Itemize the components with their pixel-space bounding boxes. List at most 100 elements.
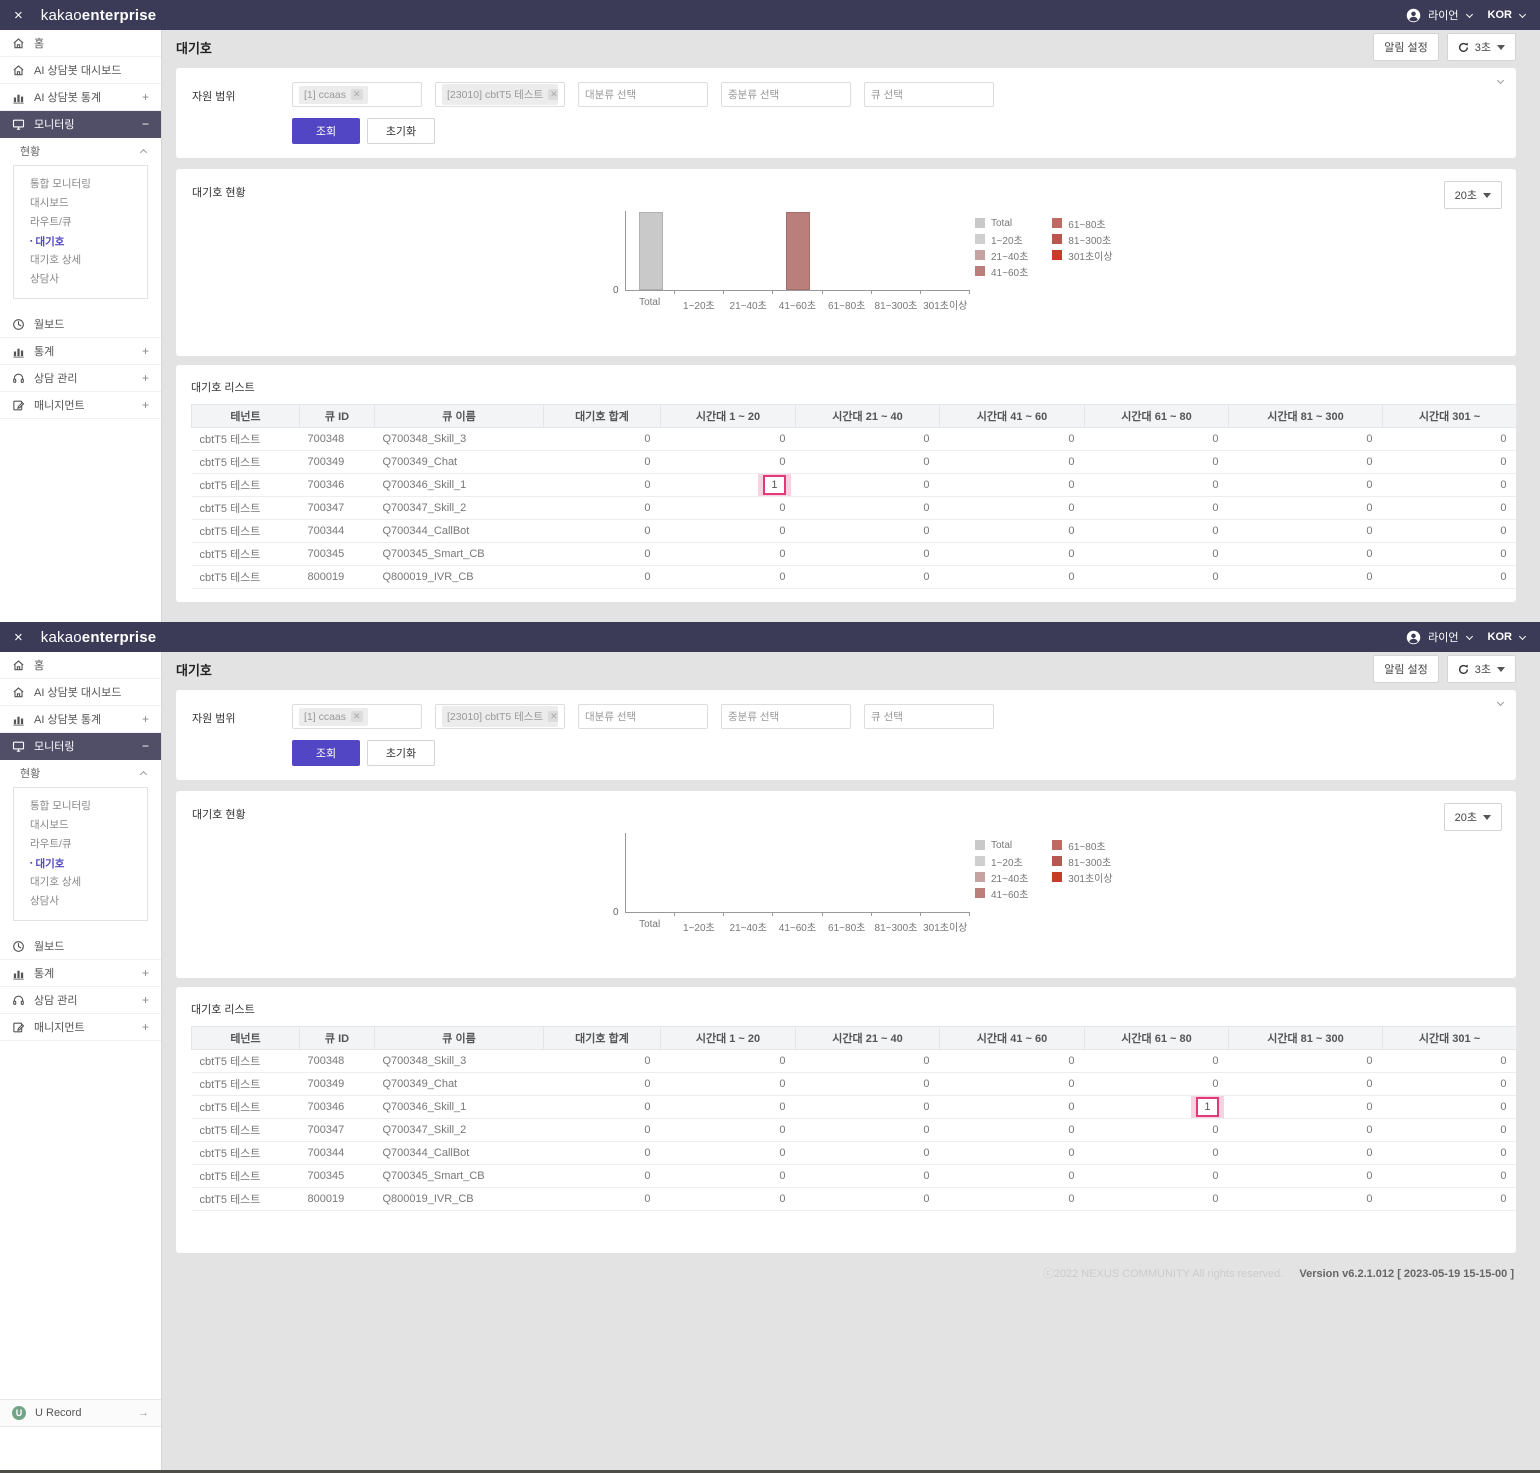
column-header: 대기호 합계 — [544, 1027, 661, 1050]
main-content: 대기호 알림 설정 3초 자원 범위 [1] ccaas✕[23010] cbt… — [162, 652, 1540, 1473]
sidebar-item-AI-상담봇-대시보드[interactable]: AI 상담봇 대시보드 — [0, 57, 161, 84]
sidebar-item-AI-상담봇-통계[interactable]: AI 상담봇 통계+ — [0, 84, 161, 111]
sidebar-item-AI-상담봇-대시보드[interactable]: AI 상담봇 대시보드 — [0, 679, 161, 706]
reset-button[interactable]: 초기화 — [367, 740, 435, 766]
x-tick-label: 1~20초 — [674, 919, 723, 934]
close-icon[interactable]: × — [14, 630, 23, 645]
expand-toggle-icon[interactable]: + — [142, 1020, 149, 1034]
alarm-settings-button[interactable]: 알림 설정 — [1373, 655, 1439, 683]
expand-toggle-icon[interactable]: − — [142, 739, 149, 753]
resource-tag-input[interactable]: [1] ccaas✕ — [292, 704, 422, 729]
sidebar-section-status[interactable]: 현황 — [0, 138, 161, 164]
select-input[interactable]: 큐 선택 — [864, 704, 994, 729]
submenu-item-라우트/큐[interactable]: 라우트/큐 — [14, 835, 147, 854]
remove-tag-icon[interactable]: ✕ — [351, 711, 363, 722]
resource-tag-input[interactable]: [1] ccaas ✕ — [292, 82, 422, 107]
sidebar-item-홈[interactable]: 홈 — [0, 652, 161, 679]
sidebar-item-통계[interactable]: 통계+ — [0, 338, 161, 365]
resource-tag-input[interactable]: [23010] cbtT5 테스트✕ — [435, 704, 565, 729]
submenu-item-대기호-상세[interactable]: 대기호 상세 — [14, 873, 147, 892]
submenu-item-통합-모니터링[interactable]: 통합 모니터링 — [14, 797, 147, 816]
cell-value: 0 — [1383, 1096, 1517, 1119]
chevron-up-icon[interactable] — [140, 771, 147, 778]
expand-toggle-icon[interactable]: + — [142, 712, 149, 726]
expand-toggle-icon[interactable]: − — [142, 117, 149, 131]
sidebar-item-상담-관리[interactable]: 상담 관리+ — [0, 365, 161, 392]
sidebar-item-label: 홈 — [34, 35, 44, 51]
sidebar-item-모니터링[interactable]: 모니터링− — [0, 111, 161, 138]
reset-button[interactable]: 초기화 — [367, 118, 435, 144]
chart-slot-41~60초 — [773, 833, 822, 912]
chart-slot-301초이상 — [921, 833, 970, 912]
select-placeholder: 중분류 선택 — [728, 709, 779, 724]
submenu-item-대시보드[interactable]: 대시보드 — [14, 194, 147, 213]
select-input[interactable]: 대분류 선택 — [578, 82, 708, 107]
sidebar-item-AI-상담봇-통계[interactable]: AI 상담봇 통계+ — [0, 706, 161, 733]
sidebar-item-모니터링[interactable]: 모니터링− — [0, 733, 161, 760]
cell-value: 0 — [796, 1188, 940, 1211]
chevron-down-icon[interactable] — [1519, 632, 1526, 639]
cell-queue-id: 700346 — [300, 474, 375, 497]
sidebar-item-통계[interactable]: 통계+ — [0, 960, 161, 987]
search-button[interactable]: 조회 — [292, 118, 360, 144]
cell-value: 0 — [1383, 428, 1517, 451]
cell-tenant: cbtT5 테스트 — [192, 1119, 300, 1142]
sidebar-section-status[interactable]: 현황 — [0, 760, 161, 786]
select-input[interactable]: 큐 선택 — [864, 82, 994, 107]
resource-tag-label: [1] ccaas — [304, 89, 346, 101]
select-input[interactable]: 중분류 선택 — [721, 82, 851, 107]
submenu-item-대기호[interactable]: ▪대기호 — [14, 854, 147, 873]
close-icon[interactable]: × — [14, 8, 23, 23]
expand-toggle-icon[interactable]: + — [142, 993, 149, 1007]
sidebar-item-상담-관리[interactable]: 상담 관리+ — [0, 987, 161, 1014]
language-selector[interactable]: KOR — [1488, 9, 1512, 21]
submenu-item-상담사[interactable]: 상담사 — [14, 270, 147, 289]
expand-toggle-icon[interactable]: + — [142, 966, 149, 980]
submenu-item-상담사[interactable]: 상담사 — [14, 892, 147, 911]
remove-tag-icon[interactable]: ✕ — [548, 89, 558, 100]
user-name[interactable]: 라이언 — [1428, 629, 1458, 645]
sidebar-item-매니지먼트[interactable]: 매니지먼트+ — [0, 1014, 161, 1041]
sidebar-item-홈[interactable]: 홈 — [0, 30, 161, 57]
submenu-item-대기호-상세[interactable]: 대기호 상세 — [14, 251, 147, 270]
user-name[interactable]: 라이언 — [1428, 7, 1458, 23]
select-input[interactable]: 대분류 선택 — [578, 704, 708, 729]
submenu-item-통합-모니터링[interactable]: 통합 모니터링 — [14, 175, 147, 194]
remove-tag-icon[interactable]: ✕ — [351, 89, 363, 100]
resource-tag-input[interactable]: [23010] cbtT5 테스트✕ — [435, 82, 565, 107]
sidebar-item-월보드[interactable]: 월보드 — [0, 311, 161, 338]
select-input[interactable]: 중분류 선택 — [721, 704, 851, 729]
expand-toggle-icon[interactable]: + — [142, 90, 149, 104]
sidebar-item-월보드[interactable]: 월보드 — [0, 933, 161, 960]
chevron-down-icon[interactable] — [1519, 10, 1526, 17]
alarm-settings-button[interactable]: 알림 설정 — [1373, 33, 1439, 61]
refresh-interval-button[interactable]: 3초 — [1447, 33, 1516, 61]
sidebar-item-매니지먼트[interactable]: 매니지먼트+ — [0, 392, 161, 419]
cell-value: 0 — [544, 428, 661, 451]
sidebar-submenu: 통합 모니터링대시보드라우트/큐▪대기호대기호 상세상담사 — [13, 787, 148, 921]
remove-tag-icon[interactable]: ✕ — [548, 711, 558, 722]
search-button[interactable]: 조회 — [292, 740, 360, 766]
chevron-down-icon[interactable] — [1466, 10, 1473, 17]
table-row: cbtT5 테스트800019Q800019_IVR_CB0000000 — [192, 566, 1517, 589]
cell-queue-id: 700344 — [300, 520, 375, 543]
cell-value: 0 — [1085, 1073, 1229, 1096]
cell-value: 0 — [796, 1142, 940, 1165]
language-selector[interactable]: KOR — [1488, 631, 1512, 643]
submenu-item-대기호[interactable]: ▪대기호 — [14, 232, 147, 251]
expand-toggle-icon[interactable]: + — [142, 344, 149, 358]
submenu-item-대시보드[interactable]: 대시보드 — [14, 816, 147, 835]
filter-panel: 자원 범위 [1] ccaas✕[23010] cbtT5 테스트✕대분류 선택… — [176, 690, 1516, 780]
expand-toggle-icon[interactable]: + — [142, 371, 149, 385]
chevron-up-icon[interactable] — [140, 149, 147, 156]
axis-tick — [772, 290, 773, 294]
cell-tenant: cbtT5 테스트 — [192, 1096, 300, 1119]
chevron-down-icon[interactable] — [1466, 632, 1473, 639]
chart-interval-dropdown[interactable]: 20초 — [1444, 803, 1502, 831]
chart-interval-dropdown[interactable]: 20초 — [1444, 181, 1502, 209]
table-row: cbtT5 테스트700347Q700347_Skill_20000000 — [192, 1119, 1517, 1142]
submenu-item-라우트/큐[interactable]: 라우트/큐 — [14, 213, 147, 232]
refresh-interval-button[interactable]: 3초 — [1447, 655, 1516, 683]
expand-toggle-icon[interactable]: + — [142, 398, 149, 412]
sidebar-item-u-record[interactable]: U U Record → — [0, 1399, 161, 1427]
